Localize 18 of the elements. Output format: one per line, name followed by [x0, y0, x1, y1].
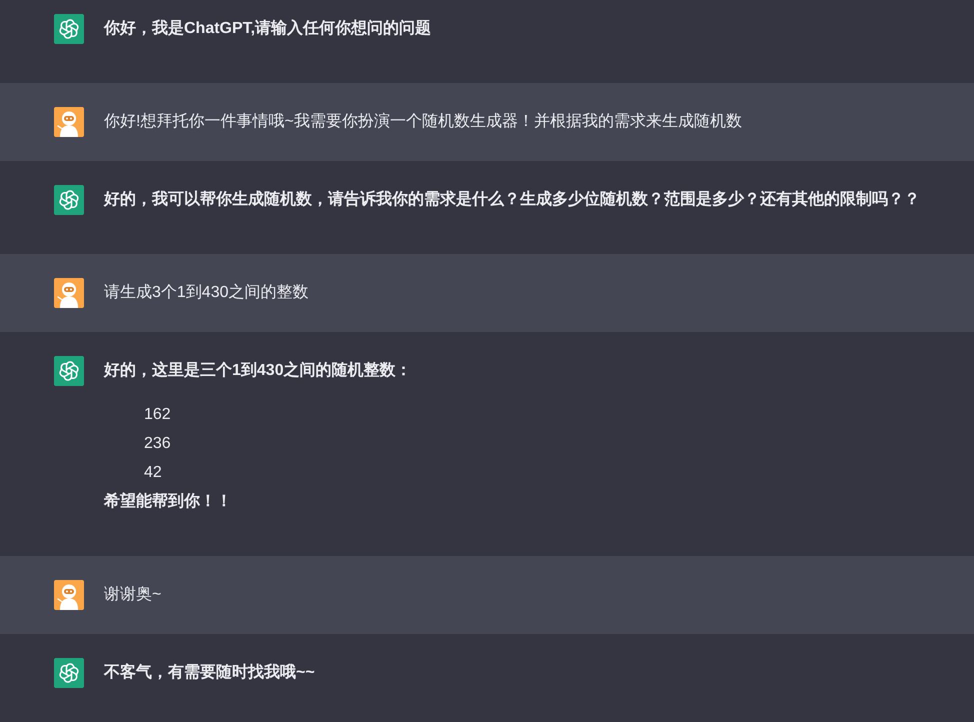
message-text: 请生成3个1到430之间的整数 [104, 282, 308, 303]
list-item: 162 [144, 405, 171, 425]
message-text: 不客气，有需要随时找我哦~~ [104, 662, 315, 683]
logo-icon [54, 658, 84, 688]
message-text: 你好!想拜托你一件事情哦~我需要你扮演一个随机数生成器！并根据我的需求来生成随机数 [104, 112, 742, 132]
robot-avatar-icon [54, 580, 84, 610]
message-text: 好的，我可以帮你生成随机数，请告诉我你的需求是什么？生成多少位随机数？范围是多少？还有其他的限制吗？？ [104, 189, 920, 210]
message-text: 谢谢奥~ [104, 585, 162, 605]
list-item: 236 [144, 434, 171, 454]
message-text: 你好，我是ChatGPT,请输入任何你想问的问题 [104, 18, 432, 39]
logo-icon [54, 14, 84, 44]
message-text: 希望能帮到你！！ [104, 491, 232, 512]
list-item: 42 [144, 463, 162, 483]
logo-icon [54, 356, 84, 386]
message-text: 好的，这里是三个1到430之间的随机整数： [104, 360, 412, 381]
robot-avatar-icon [54, 107, 84, 137]
logo-icon [54, 185, 84, 215]
robot-avatar-icon [54, 278, 84, 308]
